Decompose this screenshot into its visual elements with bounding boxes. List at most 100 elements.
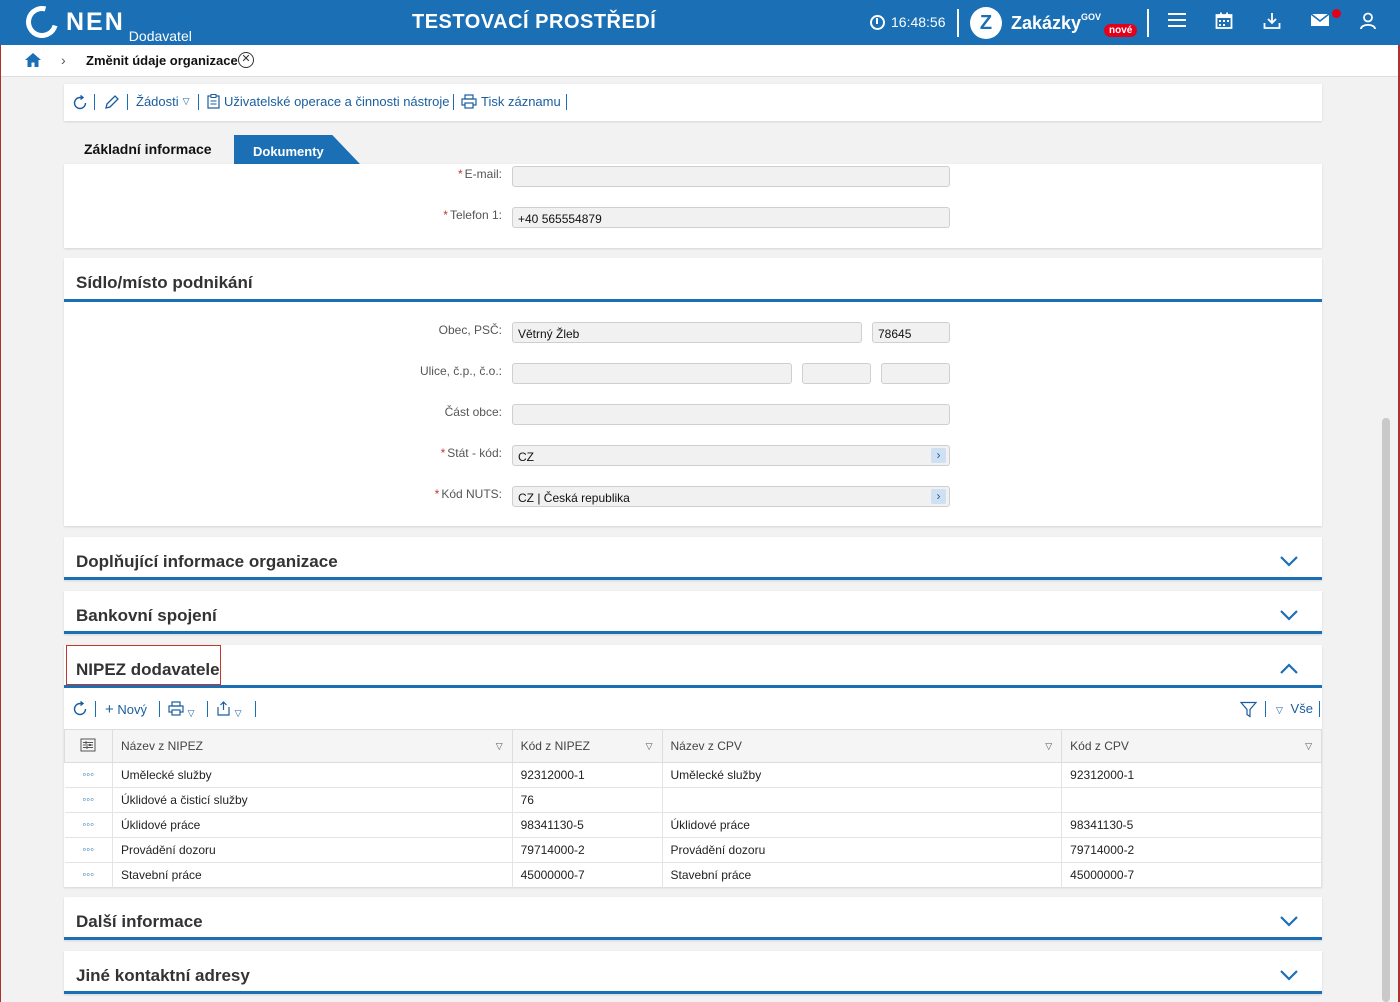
psc-field[interactable]: 78645 [872, 322, 950, 343]
table-cell: 45000000-7 [512, 862, 663, 888]
bankovni-section[interactable]: Bankovní spojení [64, 591, 1322, 634]
toolbar-separator [95, 701, 96, 717]
phone-field[interactable]: +40 565554879 [512, 207, 950, 228]
nuts-field[interactable]: CZ | Česká republika › [512, 486, 950, 507]
section-title: Sídlo/místo podnikání [76, 273, 253, 292]
scrollbar-thumb[interactable] [1382, 418, 1390, 1002]
table-cell: Úklidové práce [112, 812, 513, 838]
zadosti-dropdown[interactable]: Žádosti ▽ [136, 94, 190, 109]
stat-field[interactable]: CZ › [512, 445, 950, 466]
table-row[interactable]: ◦◦◦ Úklidové a čisticí služby 76 [64, 787, 1322, 813]
section-title: Další informace [76, 912, 203, 931]
column-header[interactable]: Název z NIPEZ ▽ [111, 729, 513, 763]
header-divider [957, 9, 959, 37]
nen-logo[interactable]: NEN Dodavatel [20, 0, 192, 44]
toolbar-separator [207, 701, 208, 717]
column-settings-cell[interactable] [64, 729, 113, 763]
zakazky-label: Zakázky [1011, 12, 1082, 33]
export-dropdown[interactable]: ▽ [216, 701, 242, 719]
calendar-icon[interactable] [1214, 12, 1234, 32]
edit-icon[interactable] [104, 94, 120, 110]
table-cell: Provádění dozoru [662, 837, 1063, 863]
jine-adresy-section[interactable]: Jiné kontaktní adresy [64, 951, 1322, 994]
download-icon[interactable] [1262, 12, 1282, 32]
column-header[interactable]: Název z CPV ▽ [661, 729, 1063, 763]
obec-label: Obec, PSČ: [438, 323, 502, 337]
clipboard-icon [207, 94, 220, 109]
email-label: * E-mail: [457, 167, 502, 181]
table-cell: Úklidové práce [662, 812, 1063, 838]
menu-icon[interactable] [1167, 12, 1187, 32]
obec-field[interactable]: Větrný Žleb [512, 322, 862, 343]
print-dropdown[interactable]: ▽ [168, 701, 195, 719]
home-icon[interactable] [24, 52, 42, 68]
table-cell: 79714000-2 [512, 837, 663, 863]
ulice-field[interactable] [512, 363, 792, 384]
chevron-down-icon: ▽ [187, 708, 195, 718]
phone-label: * Telefon 1: [443, 208, 502, 222]
table-cell: 79714000-2 [1061, 837, 1322, 863]
notification-dot [1332, 9, 1341, 18]
ulice-label: Ulice, č.p., č.o.: [419, 364, 502, 378]
toolbar-separator [255, 701, 256, 717]
chevron-down-icon: ▽ [182, 96, 190, 106]
table-cell: 92312000-1 [512, 762, 663, 788]
user-operations-button[interactable]: Uživatelské operace a činnosti nástroje [207, 94, 449, 109]
dalsi-informace-section[interactable]: Další informace [64, 897, 1322, 940]
email-field[interactable] [512, 166, 950, 187]
breadcrumb: › Změnit údaje organizace ✕ [0, 45, 1400, 77]
table-row[interactable]: ◦◦◦ Úklidové práce 98341130-5 Úklidové p… [64, 812, 1322, 838]
section-header: Další informace [64, 897, 1322, 940]
tab-basic-info[interactable]: Základní informace [64, 133, 234, 164]
close-icon[interactable]: ✕ [238, 52, 254, 68]
filter-icon[interactable] [1240, 701, 1257, 718]
chevron-right-icon[interactable]: › [931, 448, 946, 463]
zakazky-icon: Z [970, 7, 1002, 39]
mail-icon[interactable] [1310, 12, 1330, 32]
export-icon [217, 701, 230, 716]
toolbar-separator [198, 94, 199, 110]
row-actions-icon[interactable]: ◦◦◦ [64, 787, 113, 813]
table-cell: 98341130-5 [512, 812, 663, 838]
table-cell: 45000000-7 [1061, 862, 1322, 888]
cast-obce-field[interactable] [512, 404, 950, 425]
toolbar-separator [453, 94, 454, 110]
doplnujici-section[interactable]: Doplňující informace organizace [64, 537, 1322, 580]
chevron-down-icon[interactable] [1280, 606, 1298, 624]
user-icon[interactable] [1358, 12, 1378, 32]
show-all-dropdown[interactable]: ▽ Vše [1276, 701, 1313, 716]
row-actions-icon[interactable]: ◦◦◦ [64, 812, 113, 838]
refresh-icon[interactable] [72, 95, 88, 111]
column-header[interactable]: Kód z CPV ▽ [1061, 729, 1322, 763]
row-actions-icon[interactable]: ◦◦◦ [64, 862, 113, 888]
tab-documents[interactable]: Dokumenty [234, 135, 360, 164]
table-cell: Umělecké služby [112, 762, 513, 788]
chevron-right-icon[interactable]: › [931, 489, 946, 504]
nipez-table: Název z NIPEZ ▽ Kód z NIPEZ ▽ Název z CPV ▽… [64, 729, 1322, 888]
nipez-section: NIPEZ dodavatele + Nový ▽ ▽ ▽ Vše Název … [64, 645, 1322, 888]
chevron-right-icon: › [61, 52, 66, 68]
table-header-row: Název z NIPEZ ▽ Kód z NIPEZ ▽ Název z CPV ▽… [64, 729, 1322, 763]
section-header: NIPEZ dodavatele [64, 645, 1322, 688]
table-row[interactable]: ◦◦◦ Stavební práce 45000000-7 Stavební p… [64, 862, 1322, 888]
section-title: Bankovní spojení [76, 606, 217, 625]
refresh-icon[interactable] [72, 701, 88, 717]
chevron-down-icon[interactable] [1280, 552, 1298, 570]
table-row[interactable]: ◦◦◦ Provádění dozoru 79714000-2 Prováděn… [64, 837, 1322, 863]
cislo-orientacni-field[interactable] [881, 363, 950, 384]
chevron-down-icon[interactable] [1280, 912, 1298, 930]
zakazky-link[interactable]: Z Zakázky GOV nové [970, 7, 1138, 39]
column-header[interactable]: Kód z NIPEZ ▽ [511, 729, 663, 763]
table-row[interactable]: ◦◦◦ Umělecké služby 92312000-1 Umělecké … [64, 762, 1322, 788]
chevron-down-icon[interactable] [1280, 966, 1298, 984]
printer-icon [461, 94, 477, 109]
row-actions-icon[interactable]: ◦◦◦ [64, 762, 113, 788]
chevron-down-icon: ▽ [1276, 705, 1283, 715]
sort-icon: ▽ [495, 741, 503, 751]
row-actions-icon[interactable]: ◦◦◦ [64, 837, 113, 863]
chevron-up-icon[interactable] [1280, 660, 1298, 678]
toolbar-separator [159, 701, 160, 717]
print-record-button[interactable]: Tisk záznamu [461, 94, 561, 109]
new-button[interactable]: + Nový [105, 701, 147, 718]
cislo-popisne-field[interactable] [802, 363, 871, 384]
